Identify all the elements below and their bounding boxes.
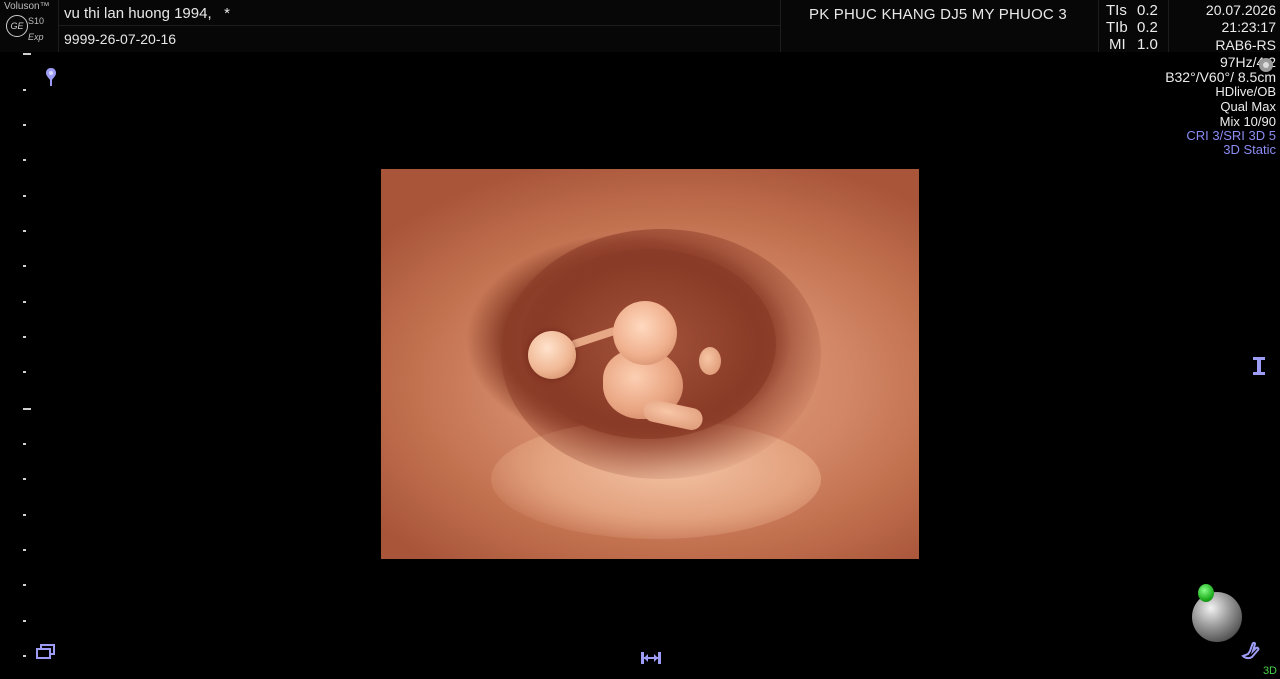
header-divider bbox=[58, 25, 780, 26]
embryo-limb bbox=[699, 347, 721, 375]
scale-tick bbox=[23, 620, 26, 622]
ge-logo-icon: GE bbox=[6, 15, 28, 37]
index-tis: TIs 0.2 bbox=[1106, 2, 1158, 19]
layout-boxes-icon[interactable] bbox=[36, 644, 56, 660]
scale-tick bbox=[23, 584, 26, 586]
left-right-arrows-icon[interactable] bbox=[640, 650, 662, 666]
clinic-name: PK PHUC KHANG DJ5 MY PHUOC 3 bbox=[809, 6, 1067, 23]
render-volume[interactable] bbox=[381, 169, 919, 559]
trackball-indicator-icon bbox=[1198, 584, 1214, 602]
scale-tick bbox=[23, 549, 26, 551]
patient-name: vu thi lan huong 1994, * bbox=[64, 5, 230, 22]
index-value: 0.2 bbox=[1137, 19, 1158, 36]
yolk-sac bbox=[528, 331, 576, 379]
scale-tick bbox=[23, 478, 26, 480]
mix-setting: Mix 10/90 bbox=[1219, 114, 1276, 129]
header-bar: Voluson™ GE S10 Exp vu thi lan huong 199… bbox=[0, 0, 1280, 53]
exam-date: 20.07.2026 bbox=[1205, 2, 1276, 18]
scale-tick bbox=[23, 301, 26, 303]
index-label: MI bbox=[1109, 36, 1126, 53]
index-label: TIb bbox=[1106, 19, 1128, 36]
probe-icon bbox=[1259, 58, 1273, 72]
focus-pin-icon[interactable] bbox=[45, 67, 57, 87]
hand-icon[interactable] bbox=[1240, 640, 1262, 662]
orientation-marker-icon[interactable] bbox=[1252, 356, 1266, 376]
patient-id: 9999-26-07-20-16 bbox=[64, 31, 177, 47]
probe-name: RAB6-RS bbox=[1215, 37, 1276, 53]
acquisition-mode: 3D Static bbox=[1223, 142, 1276, 157]
header-divider bbox=[1098, 0, 1099, 52]
header-divider bbox=[780, 0, 781, 52]
edition-name: Exp bbox=[28, 32, 44, 42]
index-label: TIs bbox=[1106, 2, 1127, 19]
index-tib: TIb 0.2 bbox=[1106, 19, 1158, 36]
quality-setting: Qual Max bbox=[1220, 99, 1276, 114]
index-value: 0.2 bbox=[1137, 2, 1158, 19]
scale-tick bbox=[23, 195, 26, 197]
exam-time: 21:23:17 bbox=[1221, 19, 1277, 35]
scale-tick bbox=[23, 443, 26, 445]
scale-tick bbox=[23, 408, 31, 410]
scale-tick bbox=[23, 159, 26, 161]
scale-tick bbox=[23, 89, 26, 91]
index-mi: MI 1.0 bbox=[1109, 36, 1158, 53]
index-value: 1.0 bbox=[1137, 36, 1158, 53]
scale-tick bbox=[23, 655, 26, 657]
scale-tick bbox=[23, 230, 26, 232]
scale-tick bbox=[23, 371, 26, 373]
brand-name: Voluson™ bbox=[4, 1, 50, 12]
scale-tick bbox=[23, 53, 31, 55]
scale-tick bbox=[23, 336, 26, 338]
mode-3d-badge: 3D bbox=[1262, 665, 1277, 677]
render-mode: HDlive/OB bbox=[1215, 84, 1276, 99]
header-divider bbox=[58, 0, 59, 52]
model-name: S10 bbox=[28, 16, 45, 26]
depth-scale bbox=[0, 52, 40, 679]
header-divider bbox=[1168, 0, 1169, 52]
cri-sri-setting: CRI 3/SRI 3D 5 bbox=[1186, 128, 1276, 143]
scale-tick bbox=[23, 265, 26, 267]
brand-logo: Voluson™ GE S10 Exp bbox=[0, 0, 58, 52]
scale-tick bbox=[23, 514, 26, 516]
scale-tick bbox=[23, 124, 26, 126]
embryo-head bbox=[613, 301, 677, 365]
